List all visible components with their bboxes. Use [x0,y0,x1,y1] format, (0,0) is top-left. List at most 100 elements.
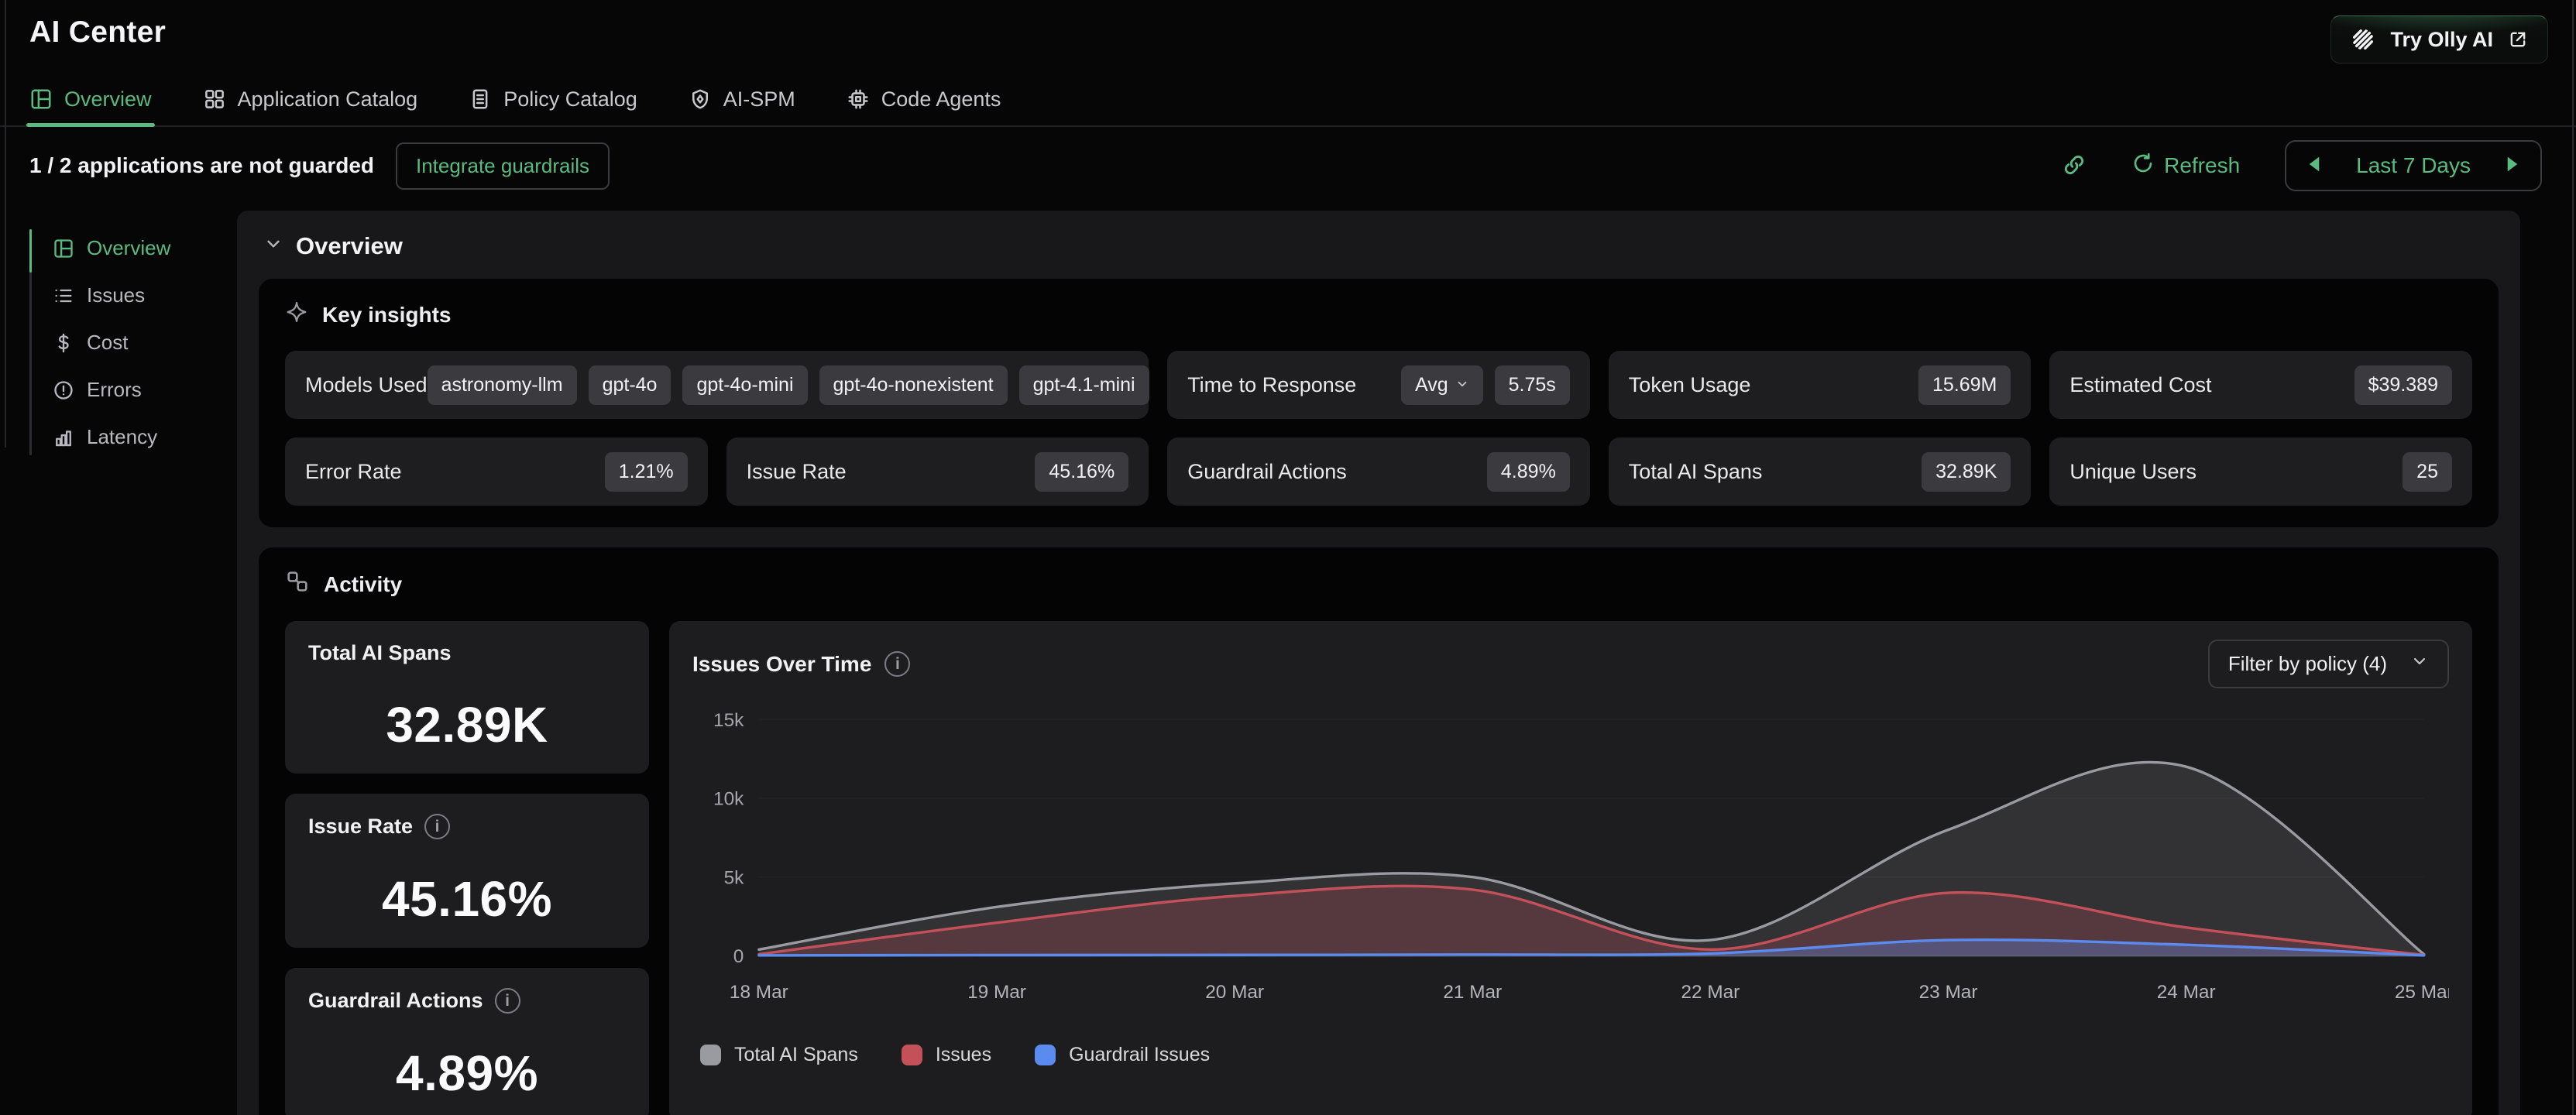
guardrail-actions-card: Guardrail Actions 4.89% [1167,437,1590,506]
guard-status-text: 1 / 2 applications are not guarded [29,153,374,178]
sidebar-item-overview[interactable]: Overview [29,225,237,272]
tab-bar: Overview Application Catalog Policy Cata… [0,73,2576,127]
stat-value: 45.16% [308,870,626,928]
chart-title: Issues Over Time [692,652,871,677]
metric-label: Total AI Spans [1629,460,1763,484]
workflow-icon [285,569,310,599]
svg-text:22 Mar: 22 Mar [1681,982,1740,1003]
key-insights-heading: Key insights [322,303,451,328]
metric-value-badge: 32.89K [1922,452,2011,492]
tab-label: Overview [64,87,152,112]
legend-item-guardrail-issues: Guardrail Issues [1035,1044,1210,1066]
tab-code-agents[interactable]: Code Agents [847,73,1001,125]
time-to-response-card: Time to Response Avg 5.75s [1167,351,1590,419]
tab-policy-catalog[interactable]: Policy Catalog [469,73,637,125]
unique-users-card: Unique Users 25 [2049,437,2472,506]
sidebar-item-label: Errors [87,378,142,402]
sidebar-item-label: Overview [87,236,170,260]
sparkle-icon [285,300,308,329]
next-range-arrow-icon[interactable] [2505,153,2520,178]
issue-rate-card: Issue Rate 45.16% [726,437,1149,506]
legend-item-total-ai-spans: Total AI Spans [700,1044,858,1066]
tab-label: Application Catalog [238,87,418,112]
sidebar-item-errors[interactable]: Errors [29,366,237,413]
metric-label: Estimated Cost [2069,373,2211,397]
layout-icon [29,87,53,111]
metric-value-badge: 45.16% [1035,452,1128,492]
sidebar-item-latency[interactable]: Latency [29,413,237,461]
info-icon[interactable]: i [424,814,450,839]
info-icon[interactable]: i [884,651,910,677]
refresh-icon [2131,152,2155,180]
issues-over-time-chart: 05k10k15k18 Mar19 Mar20 Mar21 Mar22 Mar2… [692,693,2449,1034]
chevron-down-icon [263,232,283,260]
overview-panel-title: Overview [296,232,403,260]
model-badge: gpt-4o [589,365,671,405]
legend-item-issues: Issues [902,1044,991,1066]
tab-label: Code Agents [881,87,1001,112]
filter-by-policy-select[interactable]: Filter by policy (4) [2208,640,2449,688]
legend-swatch [700,1045,721,1065]
models-used-card: Models Used astronomy-llm gpt-4o gpt-4o-… [285,351,1149,419]
sidebar-item-label: Issues [87,283,145,307]
tab-label: Policy Catalog [503,87,637,112]
link-icon [2062,153,2087,180]
chevron-down-icon [1455,374,1469,396]
tab-label: AI-SPM [723,87,795,112]
prev-range-arrow-icon[interactable] [2306,153,2322,178]
date-range-label: Last 7 Days [2356,153,2471,178]
alert-circle-icon [53,379,74,401]
metric-value-badge: $39.389 [2354,365,2452,405]
sidebar-item-label: Latency [87,425,157,449]
stat-card-guardrail-actions: Guardrail Actions i 4.89% [285,968,649,1115]
tab-overview[interactable]: Overview [29,73,152,125]
stat-card-issue-rate: Issue Rate i 45.16% [285,794,649,948]
refresh-button[interactable]: Refresh [2127,151,2245,181]
chevron-down-icon [2410,652,2429,676]
activity-section: Activity Total AI Spans 32.89K Issue Rat… [259,547,2499,1115]
overview-panel-header[interactable]: Overview [259,229,2499,279]
integrate-guardrails-button[interactable]: Integrate guardrails [396,142,610,190]
refresh-label: Refresh [2164,153,2240,178]
tab-application-catalog[interactable]: Application Catalog [203,73,418,125]
sub-header: 1 / 2 applications are not guarded Integ… [0,127,2576,204]
content-area: Overview Issues Cost Errors Latency Ove [0,211,2576,1115]
svg-text:18 Mar: 18 Mar [730,982,788,1003]
stat-card-total-ai-spans: Total AI Spans 32.89K [285,621,649,774]
aggregation-select[interactable]: Avg [1401,365,1483,405]
shield-icon [689,87,712,111]
metric-label: Token Usage [1629,373,1751,397]
sidebar-rail-active [29,229,32,273]
top-bar: AI Center Try Olly AI [0,0,2576,67]
chart-legend: Total AI Spans Issues Guardrail Issues [692,1034,2449,1071]
key-insights-section: Key insights Models Used astronomy-llm g… [259,279,2499,527]
date-range-picker[interactable]: Last 7 Days [2285,140,2542,191]
tab-ai-spm[interactable]: AI-SPM [689,73,795,125]
page-title: AI Center [29,15,166,50]
copy-link-button[interactable] [2062,153,2087,180]
try-olly-ai-button[interactable]: Try Olly AI [2330,15,2548,63]
metric-label: Models Used [305,373,428,397]
sidebar-item-issues[interactable]: Issues [29,272,237,319]
grid-icon [203,87,226,111]
svg-text:24 Mar: 24 Mar [2157,982,2216,1003]
metric-label: Time to Response [1187,373,1356,397]
metric-label: Unique Users [2069,460,2196,484]
svg-text:20 Mar: 20 Mar [1205,982,1264,1003]
issues-over-time-card: Issues Over Time i Filter by policy (4) … [669,621,2472,1115]
sidebar-item-label: Cost [87,331,128,355]
chip-icon [847,87,870,111]
legend-swatch [1035,1045,1056,1065]
window-edge-left [5,0,6,448]
sidebar: Overview Issues Cost Errors Latency [0,211,237,1115]
svg-text:25 Mar: 25 Mar [2395,982,2449,1003]
info-icon[interactable]: i [495,988,520,1014]
sidebar-item-cost[interactable]: Cost [29,319,237,366]
svg-text:21 Mar: 21 Mar [1443,982,1502,1003]
error-rate-card: Error Rate 1.21% [285,437,708,506]
svg-text:15k: 15k [713,710,744,731]
metric-value-badge: 5.75s [1495,365,1570,405]
svg-text:5k: 5k [724,867,745,888]
overview-panel: Overview Key insights Models Used astron… [237,211,2520,1115]
model-badge: gpt-4o-mini [682,365,807,405]
